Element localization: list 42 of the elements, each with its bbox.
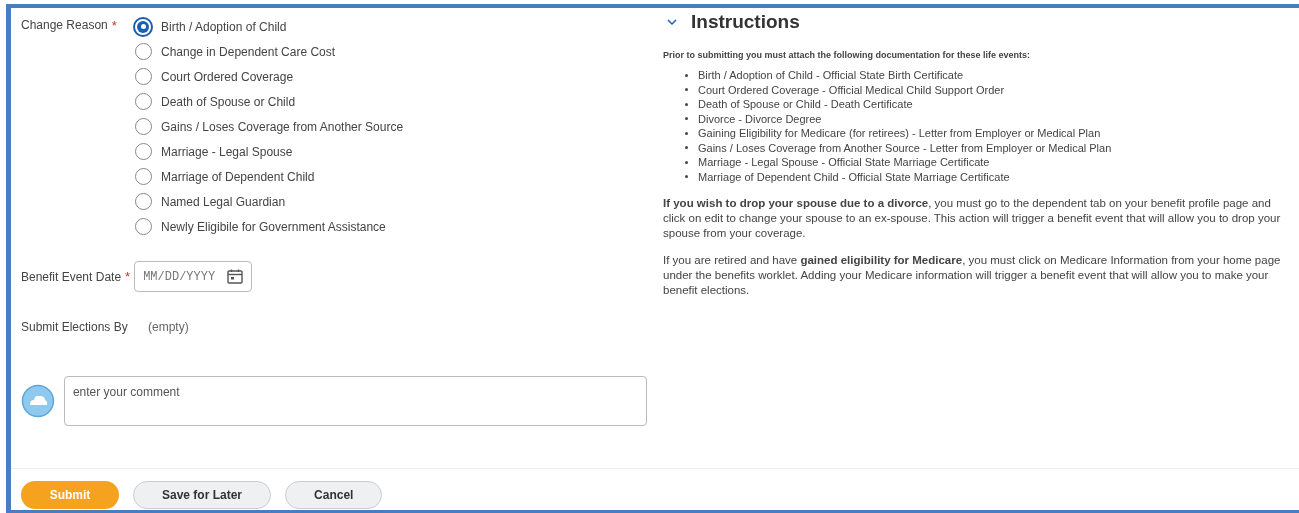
- action-button[interactable]: Cancel: [285, 481, 383, 509]
- section-title: Instructions: [691, 10, 800, 34]
- field-label: Change Reason: [21, 17, 108, 34]
- avatar-icon: [21, 384, 55, 418]
- radio-option[interactable]: Gains / Loses Coverage from Another Source: [133, 114, 404, 139]
- bullet-icon: [685, 73, 688, 77]
- radio-option[interactable]: Newly Eligibile for Government Assistance: [133, 214, 404, 239]
- required-mark: *: [125, 267, 131, 286]
- radio-option[interactable]: Named Legal Guardian: [133, 189, 404, 214]
- list-item: Marriage - Legal Spouse - Official State Marriage Certificate: [698, 155, 990, 170]
- list-item: Divorce - Divorce Degree: [698, 111, 822, 127]
- radio-option[interactable]: Change in Dependent Care Cost: [133, 39, 404, 64]
- list-item: Death of Spouse or Child - Death Certificate: [698, 97, 913, 112]
- chevron-down-icon[interactable]: [667, 18, 677, 26]
- bullet-icon: [685, 102, 688, 106]
- field-label: Submit Elections By: [21, 319, 129, 336]
- instructions-intro: Prior to submitting you must attach the following documentation for these life events:: [663, 48, 1032, 62]
- calendar-icon[interactable]: [227, 269, 244, 284]
- bullet-icon: [685, 117, 688, 121]
- radio-option[interactable]: Marriage - Legal Spouse: [133, 139, 404, 164]
- action-button[interactable]: Save for Later: [133, 481, 272, 509]
- radio-option[interactable]: Birth / Adoption of Child: [133, 14, 404, 39]
- bullet-icon: [685, 131, 688, 135]
- list-item: Birth / Adoption of Child - Official State Birth Certificate: [698, 68, 964, 83]
- field-value: (empty): [148, 319, 189, 336]
- list-item: Court Ordered Coverage - Official Medical Child Support Order: [698, 82, 1005, 98]
- comment-field[interactable]: enter your comment: [63, 376, 647, 426]
- bullet-icon: [685, 88, 688, 92]
- field-label: Benefit Event Date: [21, 268, 122, 286]
- radio-option[interactable]: Death of Spouse or Child: [133, 89, 404, 114]
- list-item: Marriage of Dependent Child - Official State Marriage Certificate: [698, 169, 1010, 185]
- radio-option[interactable]: Marriage of Dependent Child: [133, 164, 404, 189]
- bullet-icon: [685, 175, 688, 179]
- list-item: Gains / Loses Coverage from Another Source - Letter from Employer or Medical Plan: [698, 140, 1112, 156]
- radio-option[interactable]: Court Ordered Coverage: [133, 64, 404, 89]
- bullet-icon: [685, 160, 688, 164]
- required-mark: *: [111, 17, 117, 35]
- date-field[interactable]: MM/DD/YYYY: [134, 261, 253, 292]
- paragraph: If you are retired and have gained eligibility for Medicare, you must click on Medicare Information from your home page under the benefits worklet. Adding your Medicare information will trigger a benefit event that will allow you to make your benefit elections.: [663, 253, 1282, 298]
- bullet-icon: [685, 146, 688, 150]
- paragraph: If you wish to drop your spouse due to a divorce, you must go to the dependent tab on your benefit profile page and click on edit to change your spouse to an ex-spouse. This action will trigger a benefit event that will allow you to drop your spouse from your coverage.: [663, 196, 1282, 241]
- list-item: Gaining Eligibility for Medicare (for retirees) - Letter from Employer or Medical Plan: [698, 126, 1101, 141]
